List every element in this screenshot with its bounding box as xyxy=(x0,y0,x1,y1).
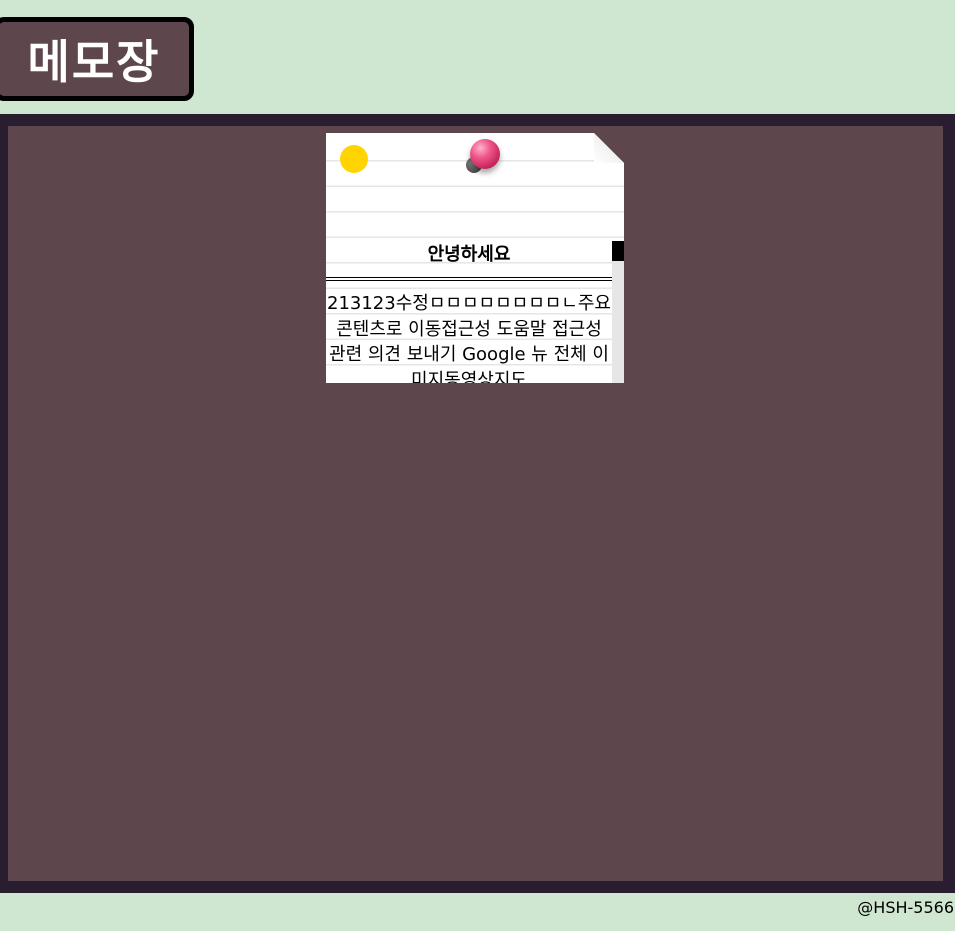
memo-body: 213123수정ㅁㅁㅁㅁㅁㅁㅁㅁㄴ주요 콘텐츠로 이동접근성 도움말 접근성 관… xyxy=(327,293,611,383)
pushpin-icon xyxy=(464,139,504,179)
app-title: 메모장 xyxy=(27,35,161,89)
memo-title: 안녕하세요 xyxy=(427,244,511,265)
memo-title-divider xyxy=(326,277,612,281)
app-header: 메모장 xyxy=(0,0,955,114)
app-title-box: 메모장 xyxy=(0,17,194,101)
pushpin-head xyxy=(470,139,500,169)
memo-scrollbar[interactable] xyxy=(612,241,624,383)
memo-content[interactable]: 안녕하세요 213123수정ㅁㅁㅁㅁㅁㅁㅁㅁㄴ주요 콘텐츠로 이동접근성 도움말… xyxy=(326,241,612,383)
memo-card[interactable]: 안녕하세요 213123수정ㅁㅁㅁㅁㅁㅁㅁㅁㄴ주요 콘텐츠로 이동접근성 도움말… xyxy=(326,133,624,383)
memo-scrollbar-thumb[interactable] xyxy=(612,241,624,261)
footer-credit: @HSH-5566 xyxy=(857,898,954,917)
color-dot-icon[interactable] xyxy=(340,145,368,173)
